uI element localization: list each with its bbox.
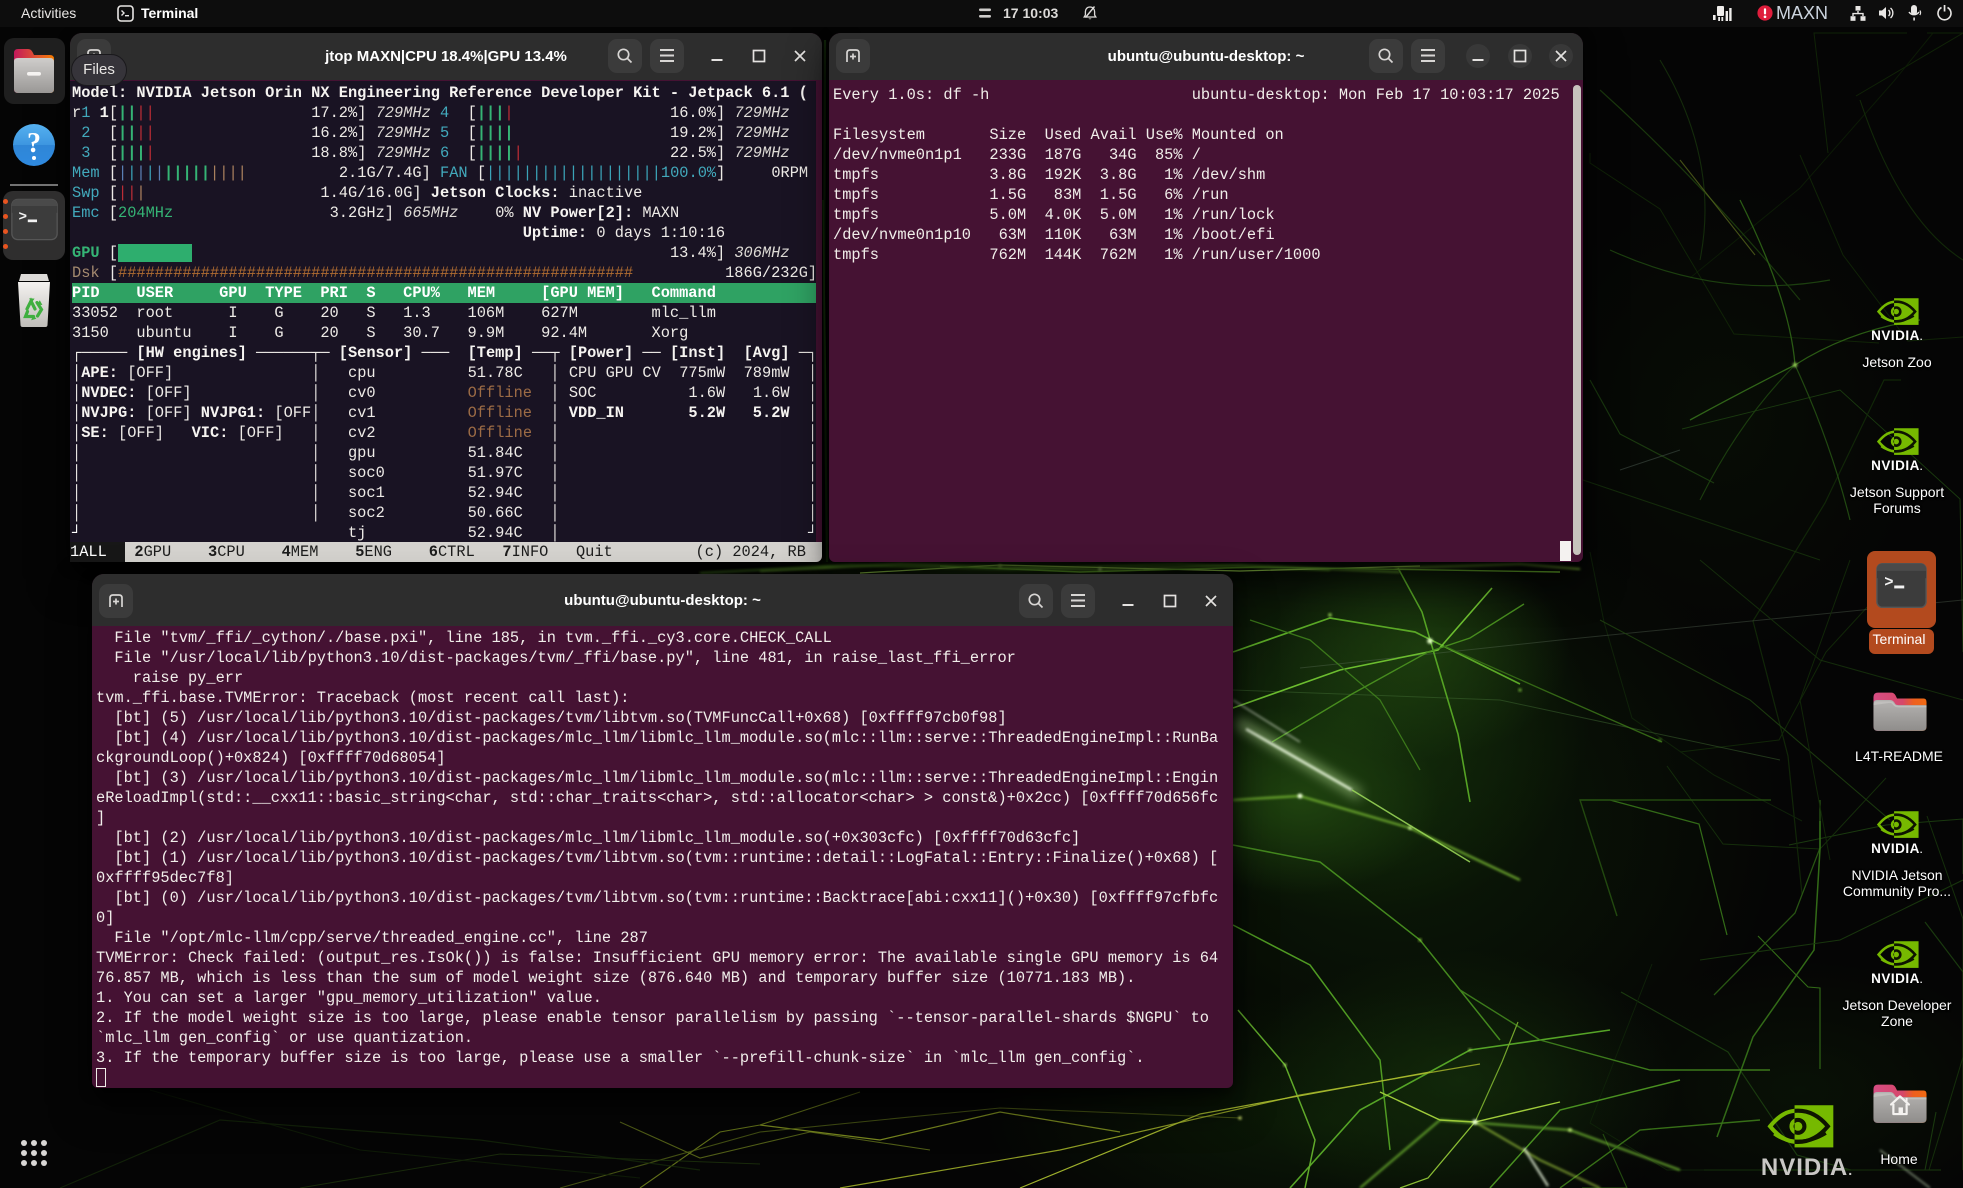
svg-text:>: > [1884, 573, 1893, 591]
svg-text:>: > [19, 209, 28, 225]
svg-text:?: ? [27, 128, 41, 159]
